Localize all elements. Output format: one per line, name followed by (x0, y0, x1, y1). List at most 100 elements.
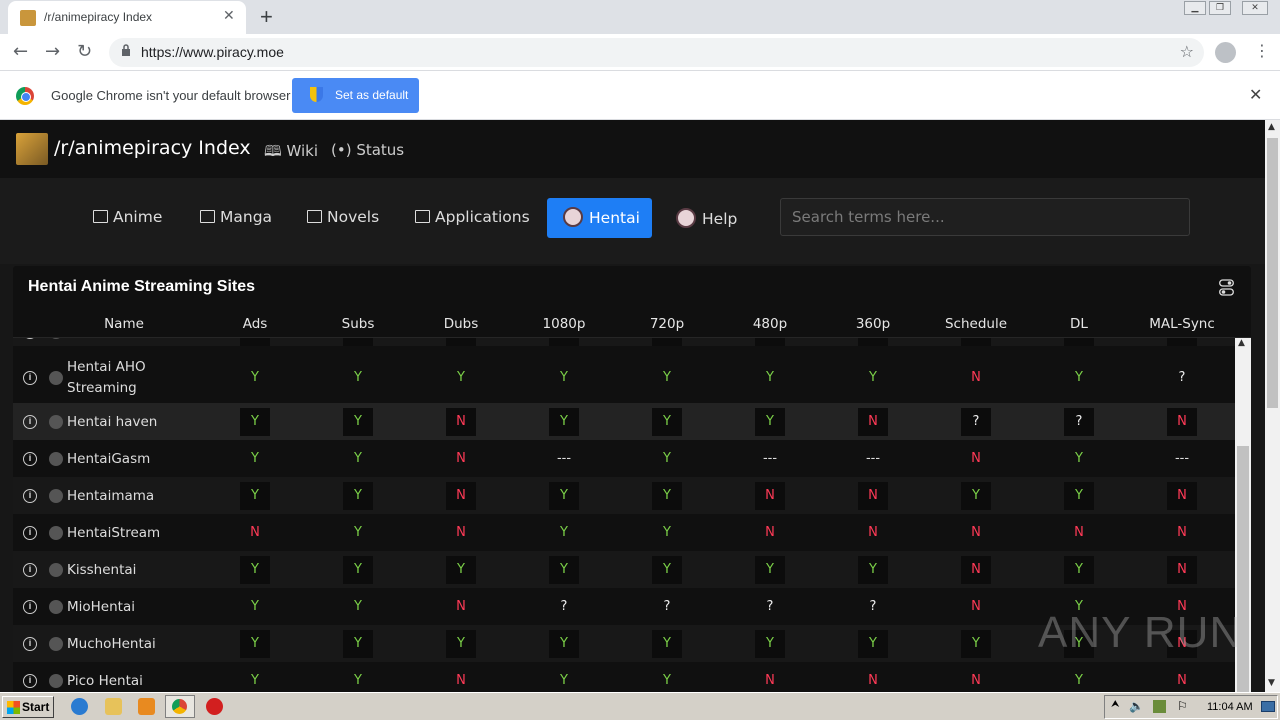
feature-cell: --- (865, 450, 881, 466)
menu-kebab-icon[interactable]: ⋮ (1254, 41, 1270, 60)
info-icon[interactable]: i (23, 636, 37, 651)
close-window-icon[interactable]: ✕ (1242, 1, 1268, 15)
avatar-icon (676, 208, 696, 228)
column-header[interactable]: Schedule (945, 316, 1007, 332)
site-name-link[interactable]: HentaiStream (67, 523, 227, 544)
site-name-link[interactable]: MuchoHentai (67, 634, 227, 655)
infobar-message: Google Chrome isn't your default browser (51, 88, 291, 103)
site-name-link[interactable]: Hentai haven (67, 412, 227, 433)
table-row[interactable]: i Hentai AHO Streaming Y Y Y Y Y Y Y N Y? (13, 352, 1235, 403)
site-favicon-icon (20, 10, 36, 26)
restore-icon[interactable]: ❐ (1209, 1, 1231, 15)
folder-icon[interactable] (105, 698, 122, 715)
volume-icon[interactable]: 🔈 (1129, 699, 1144, 713)
page-scroll-up-icon[interactable]: ▲ (1268, 122, 1275, 132)
back-icon[interactable]: ← (13, 41, 28, 62)
status-dot-icon (49, 338, 63, 339)
site-name-link[interactable]: Hentaimama (67, 486, 227, 507)
toggle-columns-icon[interactable] (1219, 279, 1234, 296)
info-icon[interactable]: i (23, 338, 37, 339)
site-name-link[interactable]: MioHentai (67, 597, 227, 618)
opera-icon[interactable] (206, 698, 223, 715)
feature-cell: ? (560, 598, 568, 614)
info-icon[interactable]: i (23, 414, 37, 429)
browser-tab[interactable]: /r/animepiracy Index ✕ (8, 1, 246, 34)
search-input[interactable] (780, 198, 1190, 236)
page-scrollbar-thumb[interactable] (1267, 138, 1278, 408)
page-scrollbar[interactable]: ▲ ▼ (1265, 120, 1280, 692)
avatar-icon (563, 207, 583, 227)
info-icon[interactable]: i (23, 673, 37, 688)
site-logo-icon[interactable] (16, 133, 48, 165)
column-header[interactable]: Dubs (444, 316, 479, 332)
column-header[interactable]: Ads (243, 316, 268, 332)
column-header[interactable]: MAL-Sync (1149, 316, 1215, 332)
start-label: Start (22, 700, 50, 714)
table-header: Name Ads Subs Dubs 1080p 720p 480p 360p Schedule… (13, 313, 1251, 338)
new-tab-icon[interactable]: + (260, 4, 273, 30)
network-icon[interactable] (1153, 700, 1166, 713)
site-name-link[interactable]: Kisshentai (67, 560, 227, 581)
table-row[interactable]: i HentaiGasm Y Y N --- Y --- --- N Y --- (13, 440, 1235, 477)
column-header[interactable]: 720p (650, 316, 684, 332)
bookmark-star-icon[interactable]: ☆ (1180, 42, 1194, 61)
feature-cell: N (456, 450, 466, 466)
column-header[interactable]: Subs (342, 316, 375, 332)
feature-cell: Y (446, 629, 476, 658)
tab-anime[interactable]: Anime (93, 198, 165, 238)
table-row[interactable]: i Hentaimama Y Y N Y Y N N Y Y N (13, 477, 1235, 514)
profile-avatar-icon[interactable] (1215, 42, 1236, 63)
table-row[interactable]: i HentaiStream N Y N Y Y N N N N N (13, 514, 1235, 551)
table-row[interactable]: i Hentai haven Y Y N Y Y Y N?? N (13, 403, 1235, 440)
info-icon[interactable]: i (23, 525, 37, 540)
media-player-icon[interactable] (138, 698, 155, 715)
internet-explorer-icon[interactable] (71, 698, 88, 715)
site-name-link[interactable]: Hentai AHO Streaming (67, 357, 157, 399)
tab-hentai[interactable]: Hentai (547, 198, 652, 238)
lock-icon (122, 44, 130, 56)
info-icon[interactable]: i (23, 599, 37, 614)
flag-icon[interactable]: ⚐ (1177, 699, 1188, 713)
tab-applications[interactable]: Applications (415, 198, 530, 238)
table-row[interactable]: i Kisshentai Y Y Y Y Y Y Y N Y N (13, 551, 1235, 588)
set-as-default-button[interactable]: Set as default (292, 78, 419, 113)
tray-expand-icon[interactable]: ⮝ (1111, 699, 1120, 710)
table-row[interactable]: i HAnime Y Y? Y Y Y Y? Y? (13, 338, 1235, 346)
address-bar[interactable]: https://www.piracy.moe ☆ (109, 38, 1204, 67)
wiki-label: Wiki (286, 142, 318, 160)
info-icon[interactable]: i (23, 562, 37, 577)
feature-cell: Y (1075, 369, 1083, 385)
table-row[interactable]: i Pico Hentai Y Y N Y Y N N N Y N (13, 662, 1235, 692)
forward-icon[interactable]: → (45, 41, 60, 62)
feature-cell: N (971, 598, 981, 614)
tab-novels[interactable]: Novels (307, 198, 382, 238)
site-brand[interactable]: /r/animepiracy Index (54, 137, 251, 159)
start-button[interactable]: Start (2, 696, 54, 718)
site-name-link[interactable]: Pico Hentai (67, 671, 227, 692)
column-header[interactable]: 480p (753, 316, 787, 332)
info-icon[interactable]: i (23, 488, 37, 503)
wiki-link[interactable]: 🕮 Wiki (264, 141, 318, 166)
tab-manga[interactable]: Manga (200, 198, 275, 238)
default-browser-infobar: Google Chrome isn't your default browser… (0, 71, 1280, 120)
reload-icon[interactable]: ↻ (77, 41, 92, 62)
show-desktop-icon[interactable] (1261, 701, 1275, 712)
close-tab-icon[interactable]: ✕ (223, 8, 235, 24)
column-header[interactable]: 360p (856, 316, 890, 332)
site-name-link[interactable]: HentaiGasm (67, 449, 227, 470)
close-infobar-icon[interactable]: ✕ (1249, 85, 1262, 104)
feature-cell: Y (652, 555, 682, 584)
column-header[interactable]: Name (104, 316, 144, 332)
site-name-link[interactable]: HAnime (67, 338, 227, 343)
scroll-up-icon[interactable]: ▲ (1238, 338, 1245, 348)
minimize-icon[interactable]: ▁ (1184, 1, 1206, 15)
column-header[interactable]: 1080p (543, 316, 586, 332)
status-dot-icon (49, 599, 63, 614)
feature-cell: Y (354, 598, 362, 614)
page-scroll-down-icon[interactable]: ▼ (1268, 678, 1275, 688)
status-link[interactable]: (•) Status (331, 141, 404, 159)
tab-help[interactable]: Help (676, 198, 746, 238)
info-icon[interactable]: i (23, 451, 37, 466)
info-icon[interactable]: i (23, 370, 37, 385)
column-header[interactable]: DL (1070, 316, 1088, 332)
